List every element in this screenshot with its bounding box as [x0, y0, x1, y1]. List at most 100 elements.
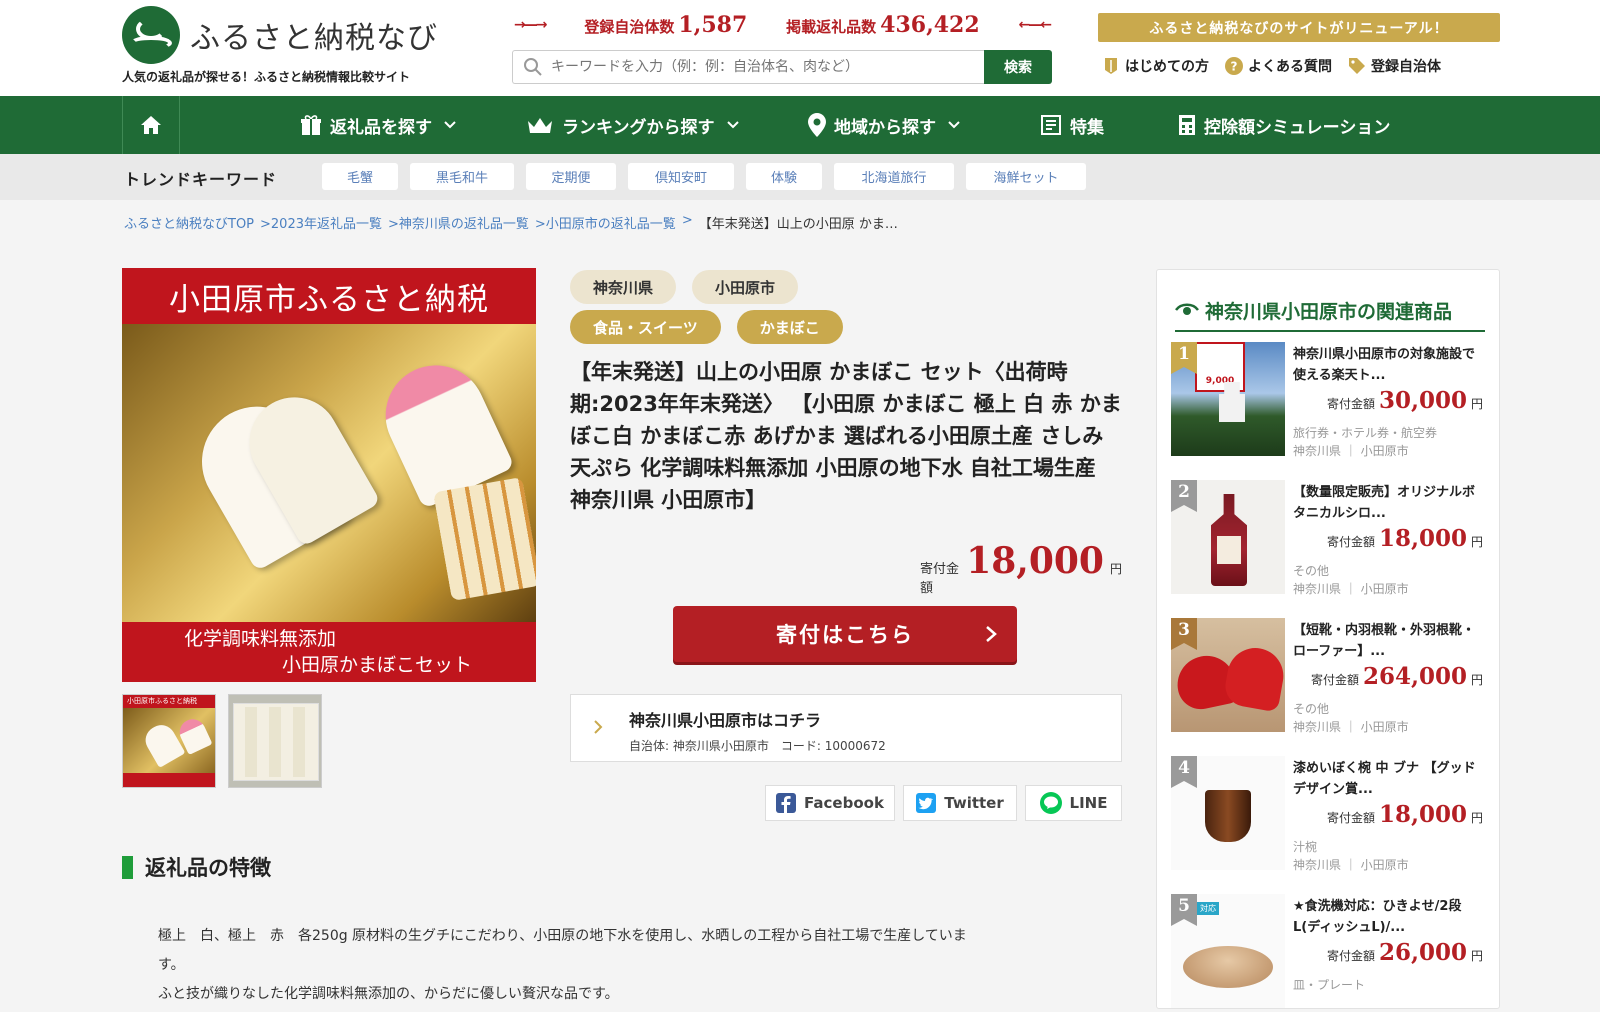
image-top-caption: 小田原市ふるさと納税: [122, 268, 536, 324]
search-input[interactable]: [551, 59, 984, 75]
related-item-location: 神奈川県 ｜ 小田原市: [1293, 444, 1409, 458]
tag-category[interactable]: 食品・スイーツ: [570, 310, 721, 344]
thumbnail-1[interactable]: 小田原市ふるさと納税: [122, 694, 216, 788]
related-item[interactable]: 対応 5 ★食洗機対応：ひきよせ/2段L(ディッシュL)/... 寄付金額 26,…: [1171, 894, 1489, 1012]
eye-icon: [1175, 303, 1199, 315]
calculator-icon: [1179, 115, 1195, 135]
beginner-link[interactable]: はじめての方: [1102, 56, 1209, 76]
nav-region[interactable]: 地域から探す: [808, 96, 960, 154]
related-item-name: ★食洗機対応：ひきよせ/2段L(ディッシュL)/...: [1293, 899, 1462, 935]
share-twitter-button[interactable]: Twitter: [903, 785, 1017, 821]
nav-simulation[interactable]: 控除額シミュレーション: [1178, 96, 1390, 154]
tag-icon: [1348, 57, 1366, 75]
related-item-name: 神奈川県小田原市の対象施設で使える楽天ト...: [1293, 347, 1476, 383]
kamaboko-photo: [122, 324, 536, 622]
trend-keyword[interactable]: 倶知安町: [628, 163, 734, 190]
related-item-location: 神奈川県 ｜ 小田原市: [1293, 582, 1409, 596]
related-item-location: 神奈川県 ｜ 小田原市: [1293, 858, 1409, 872]
logo-tagline: 人気の返礼品が探せる！ふるさと納税情報比較サイト: [122, 70, 411, 84]
product-title: 【年末発送】山上の小田原 かまぼこ セット〈出荷時期:2023年年末発送〉 【小…: [570, 360, 1122, 512]
search-bar: 検索: [512, 50, 1052, 84]
features-heading: 返礼品の特徴: [122, 852, 271, 882]
trend-keyword[interactable]: 定期便: [526, 163, 616, 190]
logo-title: ふるさと納税なび: [190, 21, 438, 56]
breadcrumb-separator: >: [681, 213, 693, 228]
trend-keyword[interactable]: 海鮮セット: [966, 163, 1086, 190]
breadcrumb-prefecture[interactable]: >神奈川県の返礼品一覧: [388, 213, 529, 232]
nav-ranking[interactable]: ランキングから探す: [526, 96, 739, 154]
chevron-right-icon: [986, 626, 997, 642]
trend-bar: トレンドキーワード 毛蟹 黒毛和牛 定期便 倶知安町 体験 北海道旅行 海鮮セッ…: [0, 154, 1600, 200]
tag-city[interactable]: 小田原市: [692, 270, 799, 304]
tag-prefecture[interactable]: 神奈川県: [570, 270, 677, 304]
nav-search-gifts[interactable]: 返礼品を探す: [300, 96, 456, 154]
product-price: 寄付金額 18,000 円: [920, 540, 1122, 596]
article-icon: [1041, 115, 1061, 135]
svg-text:?: ?: [1231, 60, 1238, 74]
trend-keyword[interactable]: 体験: [746, 163, 822, 190]
share-line-button[interactable]: LINE: [1025, 785, 1122, 821]
home-icon: [141, 116, 161, 134]
related-item[interactable]: 3 【短靴・内羽根靴・外羽根靴・ローファー】... 寄付金額 264,000 円 そ…: [1171, 618, 1489, 736]
municipality-link[interactable]: 神奈川県小田原市はコチラ 自治体: 神奈川県小田原市 コード: 10000672: [570, 694, 1122, 762]
product-thumbnails: 小田原市ふるさと納税: [122, 694, 322, 788]
breadcrumb: ふるさと納税なびTOP >2023年返礼品一覧 >神奈川県の返礼品一覧 >小田原…: [124, 213, 898, 232]
related-item-price: 寄付金額 30,000 円: [1326, 387, 1483, 414]
crown-icon: [528, 118, 552, 133]
related-products-sidebar: 神奈川県小田原市の関連商品 9,000 1 神奈川県小田原市の対象施設で使える楽…: [1156, 269, 1500, 1009]
tag-subcategory[interactable]: かまぼこ: [736, 310, 843, 344]
related-item-category: 皿・プレート: [1293, 978, 1366, 992]
search-field[interactable]: [512, 50, 984, 84]
facebook-icon: [776, 793, 797, 813]
main-nav: 返礼品を探す ランキングから探す 地域から探す 特集 控除額シミュレーション: [0, 96, 1600, 154]
breadcrumb-top[interactable]: ふるさと納税なびTOP: [124, 213, 254, 232]
site-header: ふるさと納税なび 人気の返礼品が探せる！ふるさと納税情報比較サイト →—→ 登録…: [0, 0, 1600, 96]
donate-button[interactable]: 寄付はこちら: [673, 606, 1017, 662]
line-icon: [1039, 792, 1062, 814]
trend-keyword[interactable]: 黒毛和牛: [410, 163, 514, 190]
chevron-down-icon: [726, 121, 739, 129]
breadcrumb-city[interactable]: >小田原市の返礼品一覧: [535, 213, 676, 232]
related-item-category: 汁椀: [1293, 840, 1318, 854]
trend-keywords: 毛蟹 黒毛和牛 定期便 倶知安町 体験 北海道旅行 海鮮セット: [322, 163, 1086, 190]
related-item-category: その他: [1293, 564, 1330, 578]
related-item-name: 【数量限定販売】オリジナルボタニカルシロ...: [1293, 485, 1476, 521]
book-icon: [1102, 57, 1120, 75]
home-button[interactable]: [122, 96, 180, 154]
sidebar-heading: 神奈川県小田原市の関連商品: [1175, 290, 1485, 332]
product-main-image[interactable]: 小田原市ふるさと納税 化学調味料無添加 小田原かまぼこセット: [122, 268, 536, 682]
site-logo[interactable]: ふるさと納税なび: [122, 6, 438, 64]
heading-bar: [122, 855, 133, 879]
related-item-name: 【短靴・内羽根靴・外羽根靴・ローファー】...: [1293, 623, 1476, 659]
search-icon: [524, 58, 542, 76]
header-links: はじめての方 ? よくある質問 登録自治体: [1102, 56, 1441, 76]
nav-features[interactable]: 特集: [1040, 96, 1104, 154]
breadcrumb-current: 【年末発送】山上の小田原 かま…: [698, 217, 898, 232]
related-item[interactable]: 2 【数量限定販売】オリジナルボタニカルシロ... 寄付金額 18,000 円 その…: [1171, 480, 1489, 598]
trend-keyword[interactable]: 北海道旅行: [834, 163, 954, 190]
related-item-price: 寄付金額 26,000 円: [1326, 939, 1483, 966]
breadcrumb-year[interactable]: >2023年返礼品一覧: [260, 213, 382, 232]
related-item-price: 寄付金額 18,000 円: [1326, 525, 1483, 552]
search-button[interactable]: 検索: [984, 50, 1052, 84]
related-item-category: その他: [1293, 702, 1330, 716]
features-description: 極上 白、極上 赤 各250g 原材料の生グチにこだわり、小田原の地下水を使用し…: [158, 928, 967, 1002]
image-bottom-caption: 化学調味料無添加 小田原かまぼこセット: [122, 622, 536, 682]
trend-title: トレンドキーワード: [124, 170, 278, 189]
thumbnail-2[interactable]: [228, 694, 322, 788]
share-facebook-button[interactable]: Facebook: [765, 785, 895, 821]
related-item[interactable]: 9,000 1 神奈川県小田原市の対象施設で使える楽天ト... 寄付金額 30,0…: [1171, 342, 1489, 460]
trend-keyword[interactable]: 毛蟹: [322, 163, 398, 190]
municipality-code: 自治体: 神奈川県小田原市 コード: 10000672: [629, 739, 886, 753]
renewal-banner[interactable]: ふるさと納税なびのサイトがリニューアル！: [1098, 13, 1500, 42]
related-item[interactable]: 4 漆めいぼく椀 中 ブナ 【グッドデザイン賞... 寄付金額 18,000 円 汁…: [1171, 756, 1489, 874]
arrow-right-icon: →—→: [514, 17, 547, 33]
municipalities-link[interactable]: 登録自治体: [1348, 56, 1441, 76]
twitter-icon: [916, 793, 937, 813]
related-item-price: 寄付金額 264,000 円: [1310, 663, 1483, 690]
question-icon: ?: [1225, 57, 1243, 75]
chevron-right-icon: [594, 720, 603, 734]
faq-link[interactable]: ? よくある質問: [1225, 56, 1332, 76]
municipality-title: 神奈川県小田原市はコチラ: [629, 711, 822, 730]
related-item-category: 旅行券・ホテル券・航空券: [1293, 426, 1438, 440]
